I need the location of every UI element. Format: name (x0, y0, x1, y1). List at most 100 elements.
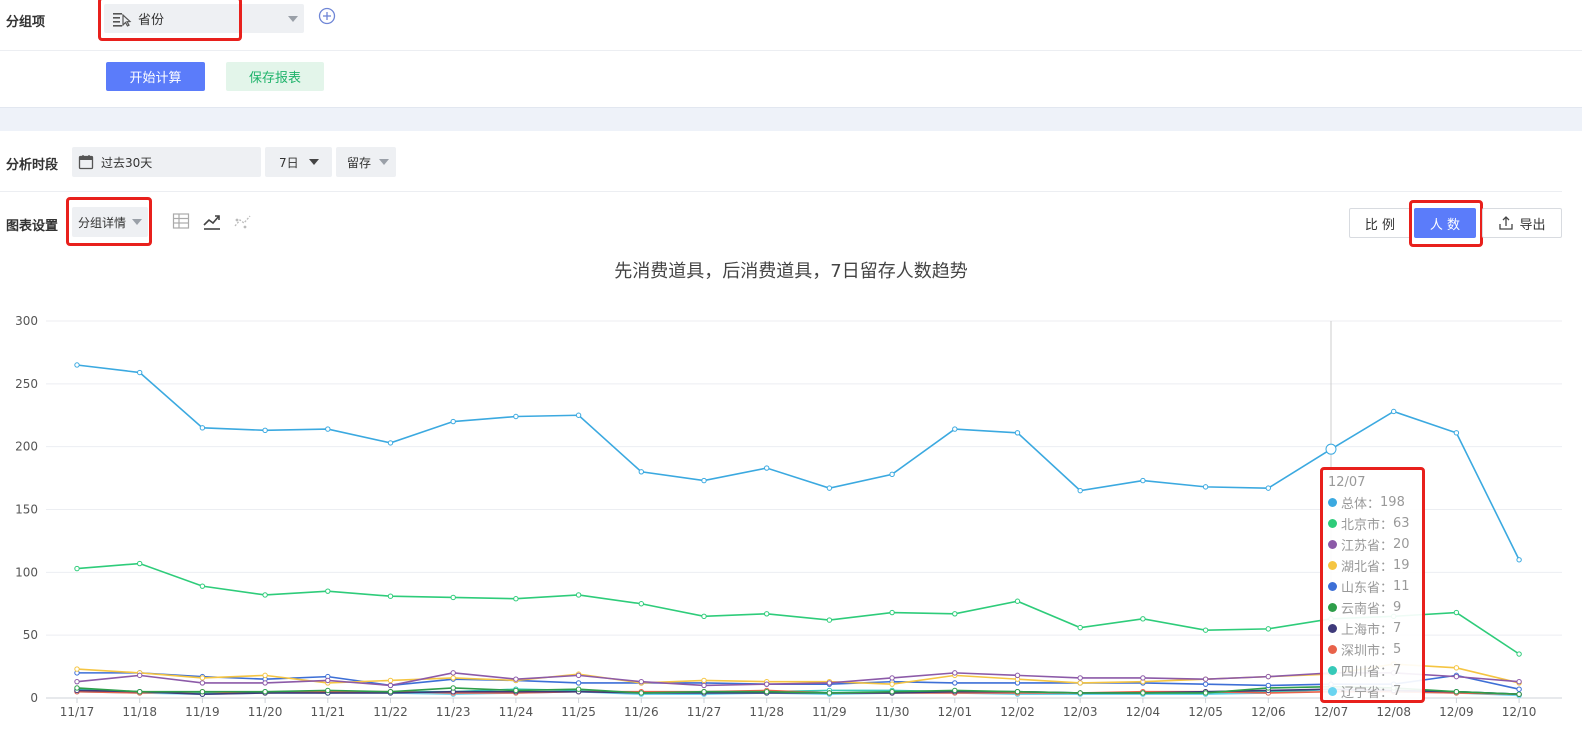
export-button[interactable]: 导出 (1482, 208, 1562, 238)
data-point[interactable] (1014, 672, 1021, 679)
data-point[interactable] (74, 685, 80, 691)
data-point[interactable] (826, 680, 833, 686)
data-point[interactable] (638, 678, 644, 685)
data-point[interactable] (325, 677, 331, 684)
data-point[interactable] (137, 369, 143, 376)
data-point[interactable] (1516, 651, 1522, 657)
data-point[interactable] (199, 583, 206, 589)
data-point[interactable] (952, 611, 958, 617)
data-point[interactable] (1077, 680, 1083, 686)
data-point[interactable] (137, 689, 143, 695)
data-point[interactable] (387, 440, 394, 446)
data-point[interactable] (1391, 408, 1397, 415)
data-point[interactable] (387, 677, 394, 684)
data-point[interactable] (262, 592, 268, 598)
data-point[interactable] (826, 485, 833, 491)
data-point[interactable] (952, 426, 958, 432)
data-point[interactable] (1516, 686, 1522, 692)
data-point[interactable] (889, 675, 895, 681)
data-point[interactable] (701, 689, 707, 695)
data-point[interactable] (513, 676, 519, 682)
metric-select[interactable]: 留存 (336, 147, 396, 177)
data-point[interactable] (1516, 691, 1522, 697)
data-point[interactable] (1202, 676, 1209, 682)
data-point[interactable] (1453, 689, 1460, 695)
series-line[interactable] (76, 364, 1520, 561)
data-point[interactable] (1014, 598, 1021, 604)
data-point[interactable] (325, 588, 331, 594)
data-point[interactable] (262, 672, 268, 679)
data-point[interactable] (1202, 627, 1209, 633)
data-point[interactable] (701, 682, 707, 689)
data-point[interactable] (575, 680, 582, 686)
data-point[interactable] (450, 418, 456, 425)
data-point[interactable] (513, 596, 519, 602)
data-point[interactable] (701, 613, 707, 620)
data-point[interactable] (1453, 609, 1460, 616)
data-point[interactable] (764, 689, 770, 695)
data-point[interactable] (74, 565, 80, 572)
data-point[interactable] (199, 689, 206, 695)
data-point[interactable] (74, 666, 80, 672)
data-point[interactable] (1014, 430, 1021, 436)
data-point[interactable] (889, 689, 895, 695)
data-point[interactable] (1265, 485, 1272, 491)
window-select[interactable]: 7日 (265, 147, 332, 177)
data-point[interactable] (137, 672, 143, 679)
data-point[interactable] (199, 675, 206, 681)
data-point[interactable] (638, 469, 644, 475)
data-point[interactable] (638, 690, 644, 696)
data-point[interactable] (262, 680, 268, 686)
data-point[interactable] (952, 687, 958, 694)
data-point[interactable] (450, 675, 456, 681)
add-group-icon[interactable] (318, 7, 336, 25)
data-point[interactable] (1453, 665, 1460, 671)
data-point[interactable] (1140, 477, 1146, 484)
data-point[interactable] (450, 685, 456, 691)
data-point[interactable] (74, 678, 80, 685)
table-view-icon[interactable] (172, 212, 190, 230)
data-point[interactable] (1325, 443, 1337, 455)
series-北京市[interactable] (74, 560, 1522, 657)
data-point[interactable] (1265, 626, 1272, 632)
data-point[interactable] (1077, 690, 1083, 696)
data-point[interactable] (638, 601, 644, 607)
data-point[interactable] (513, 687, 519, 694)
data-point[interactable] (826, 617, 833, 623)
data-point[interactable] (1077, 675, 1083, 681)
save-report-button[interactable]: 保存报表 (226, 62, 324, 91)
data-point[interactable] (1077, 624, 1083, 631)
data-point[interactable] (1140, 690, 1146, 696)
data-point[interactable] (1453, 673, 1460, 680)
ratio-button[interactable]: 比 例 (1349, 208, 1411, 238)
data-point[interactable] (1265, 682, 1272, 689)
data-point[interactable] (1140, 675, 1146, 681)
data-point[interactable] (450, 670, 456, 676)
data-point[interactable] (764, 611, 770, 617)
line-chart-icon[interactable] (202, 211, 222, 231)
data-point[interactable] (325, 687, 331, 694)
data-point[interactable] (889, 471, 895, 478)
data-point[interactable] (889, 681, 895, 687)
data-point[interactable] (199, 680, 206, 686)
data-point[interactable] (74, 362, 80, 368)
data-point[interactable] (764, 681, 770, 687)
data-point[interactable] (575, 412, 582, 418)
data-point[interactable] (387, 682, 394, 689)
data-point[interactable] (826, 690, 833, 696)
data-point[interactable] (1077, 487, 1083, 494)
data-point[interactable] (262, 689, 268, 695)
data-point[interactable] (387, 689, 394, 695)
data-point[interactable] (575, 592, 582, 598)
data-point[interactable] (137, 560, 143, 567)
date-range-picker[interactable]: 过去30天 (72, 147, 261, 177)
data-point[interactable] (450, 594, 456, 601)
series-line[interactable] (76, 562, 1520, 655)
data-point[interactable] (199, 425, 206, 431)
data-point[interactable] (889, 609, 895, 616)
data-point[interactable] (701, 477, 707, 484)
data-point[interactable] (325, 426, 331, 432)
data-point[interactable] (1516, 557, 1522, 563)
data-point[interactable] (1202, 484, 1209, 490)
scatter-trend-icon[interactable] (233, 211, 253, 231)
